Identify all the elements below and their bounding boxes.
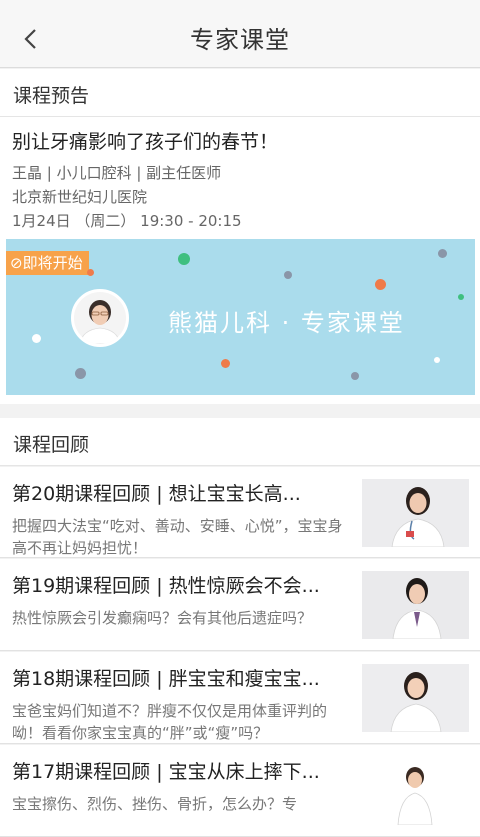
review-thumbnail (362, 664, 469, 732)
banner-dot (284, 271, 292, 279)
preview-time: 1月24日 （周二） 19:30 - 20:15 (12, 212, 242, 230)
banner-dot (375, 279, 386, 290)
review-list-item[interactable]: 第17期课程回顾 | 宝宝从床上摔下... 宝宝擦伤、烈伤、挫伤、骨折，怎么办？… (0, 745, 480, 837)
review-section-title: 课程回顾 (13, 434, 90, 456)
review-title: 第17期课程回顾 | 宝宝从床上摔下... (12, 761, 320, 783)
banner-dot (32, 334, 41, 343)
review-section-header: 课程回顾 (0, 418, 480, 466)
banner-title: 熊猫儿科 · 专家课堂 (168, 309, 405, 337)
preview-hospital: 北京新世纪妇儿医院 (12, 188, 148, 206)
banner-dot (438, 249, 447, 258)
review-title: 第18期课程回顾 | 胖宝宝和瘦宝宝... (12, 668, 320, 690)
doctor-avatar (71, 289, 129, 347)
banner-dot (434, 357, 440, 363)
review-thumbnail (362, 571, 469, 639)
review-list-item[interactable]: 第18期课程回顾 | 胖宝宝和瘦宝宝... 宝爸宝妈们知道不？胖瘦不仅仅是用体重… (0, 652, 480, 744)
review-title: 第19期课程回顾 | 热性惊厥会不会... (12, 575, 320, 597)
preview-section-header: 课程预告 (0, 69, 480, 117)
banner-dot (87, 269, 94, 276)
preview-section-title: 课程预告 (13, 85, 90, 107)
banner-dot (178, 253, 190, 265)
nav-bar: 专家课堂 (0, 0, 480, 68)
upcoming-badge: ⊘即将开始 (6, 251, 89, 275)
review-description: 宝宝擦伤、烈伤、挫伤、骨折，怎么办？专 (12, 795, 298, 813)
review-list-item[interactable]: 第20期课程回顾 | 想让宝宝长高... 把握四大法宝“吃对、善动、安睡、心悦”… (0, 467, 480, 558)
banner-dot (221, 359, 230, 368)
review-description: 热性惊厥会引发癫痫吗？会有其他后遗症吗？ (12, 609, 313, 627)
banner-dot (458, 294, 464, 300)
review-thumbnail (362, 479, 469, 547)
preview-doctor-info: 王晶 | 小儿口腔科 | 副主任医师 (12, 164, 222, 182)
review-list-item[interactable]: 第19期课程回顾 | 热性惊厥会不会... 热性惊厥会引发癫痫吗？会有其他后遗症… (0, 559, 480, 651)
banner-dot (351, 372, 359, 380)
banner-dot (75, 368, 86, 379)
review-description: 宝爸宝妈们知道不？胖瘦不仅仅是用体重评判的呦！看看你家宝宝真的“胖”或“瘦”吗？ (12, 702, 328, 742)
review-description: 把握四大法宝“吃对、善动、安睡、心悦”，宝宝身高不再让妈妈担忧！ (12, 517, 343, 557)
page-title: 专家课堂 (190, 26, 290, 54)
review-thumbnail (362, 757, 469, 825)
course-preview-card[interactable]: 别让牙痛影响了孩子们的春节！ 王晶 | 小儿口腔科 | 副主任医师 北京新世纪妇… (0, 117, 480, 404)
course-banner[interactable]: ⊘即将开始 熊猫儿科 · 专家课堂 (6, 239, 475, 395)
preview-course-title: 别让牙痛影响了孩子们的春节！ (12, 131, 279, 153)
review-title: 第20期课程回顾 | 想让宝宝长高... (12, 483, 301, 505)
